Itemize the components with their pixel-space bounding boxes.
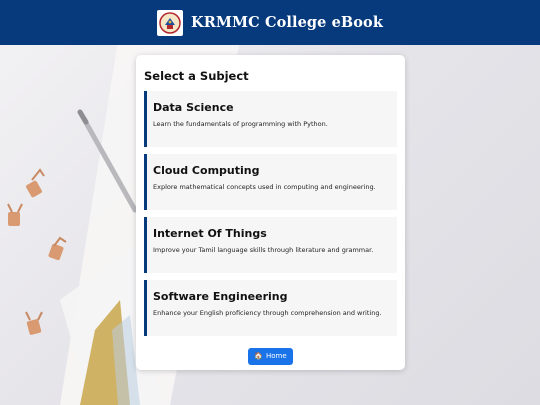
home-button-wrapper: 🏠 Home (144, 343, 397, 365)
subject-name: Data Science (153, 101, 234, 114)
house-icon: 🏠 (254, 352, 264, 360)
subject-item-cloud-computing[interactable]: Cloud Computing Explore mathematical con… (144, 154, 397, 210)
subject-description: Learn the fundamentals of programming wi… (153, 120, 328, 128)
page-title: Select a Subject (144, 69, 249, 83)
subject-item-data-science[interactable]: Data Science Learn the fundamentals of p… (144, 91, 397, 147)
subject-description: Explore mathematical concepts used in co… (153, 183, 376, 191)
subject-card: Select a Subject Data Science Learn the … (136, 55, 405, 370)
subject-description: Improve your Tamil language skills throu… (153, 246, 374, 254)
subject-item-internet-of-things[interactable]: Internet Of Things Improve your Tamil la… (144, 217, 397, 273)
subject-description: Enhance your English proficiency through… (153, 309, 382, 317)
app-title: KRMMC College eBook (191, 14, 383, 31)
top-bar: KRMMC College eBook (0, 0, 540, 45)
college-crest-icon (157, 9, 183, 36)
home-button-label: Home (266, 352, 287, 360)
home-button[interactable]: 🏠 Home (248, 347, 293, 365)
subject-name: Cloud Computing (153, 164, 260, 177)
subject-name: Software Engineering (153, 290, 288, 303)
subject-item-software-engineering[interactable]: Software Engineering Enhance your Englis… (144, 280, 397, 336)
subject-name: Internet Of Things (153, 227, 267, 240)
